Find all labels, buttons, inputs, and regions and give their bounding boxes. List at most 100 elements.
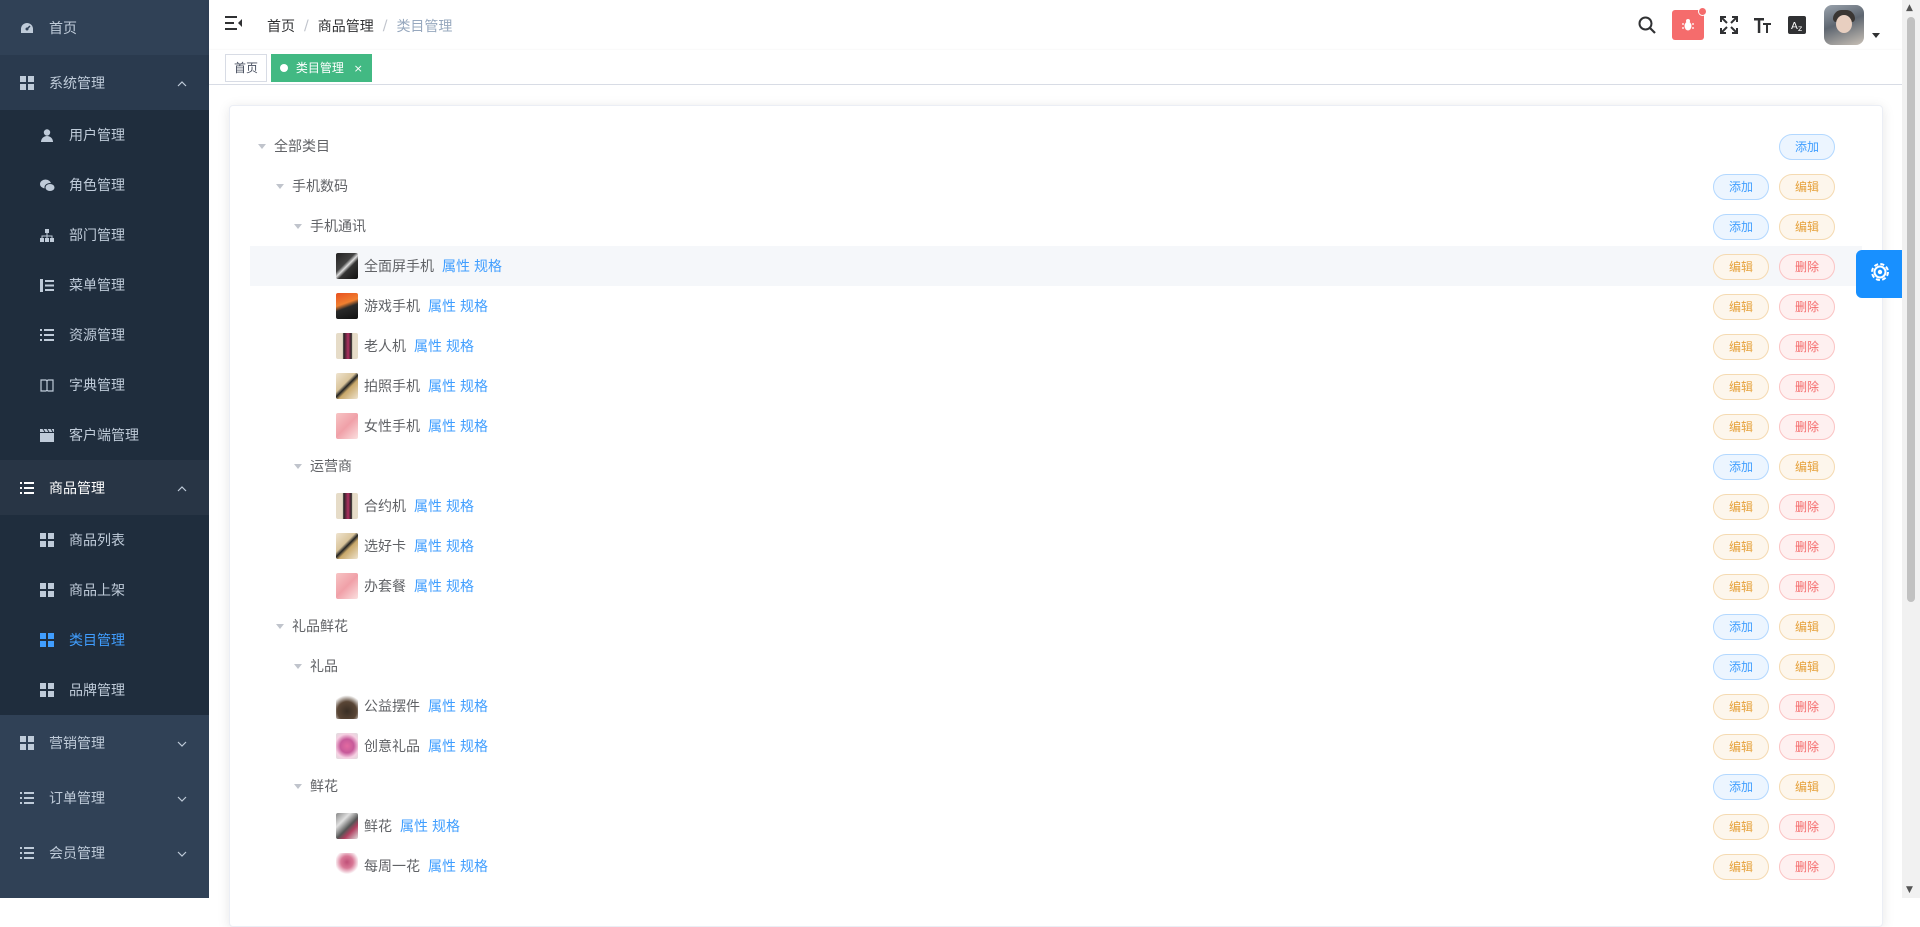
breadcrumb-goods[interactable]: 商品管理	[318, 16, 374, 36]
scroll-up-icon[interactable]: ▲	[1906, 3, 1913, 13]
menu-members[interactable]: 会员管理	[0, 825, 209, 880]
tree-node-cat2[interactable]: 礼品鲜花 添加 编辑	[250, 606, 1862, 646]
tag-home[interactable]: 首页	[225, 54, 268, 82]
spec-link[interactable]: 规格	[474, 256, 502, 276]
tree-node-root[interactable]: 全部类目 添加	[250, 126, 1862, 166]
edit-button[interactable]: 编辑	[1712, 494, 1769, 520]
edit-button[interactable]: 编辑	[1712, 294, 1769, 320]
delete-button[interactable]: 删除	[1778, 694, 1835, 720]
attribute-link[interactable]: 属性	[428, 736, 456, 756]
add-button[interactable]: 添加	[1712, 774, 1769, 800]
edit-button[interactable]: 编辑	[1712, 534, 1769, 560]
edit-button[interactable]: 编辑	[1712, 414, 1769, 440]
language-icon[interactable]: Az	[1780, 0, 1814, 50]
delete-button[interactable]: 删除	[1778, 534, 1835, 560]
spec-link[interactable]: 规格	[460, 376, 488, 396]
caret-down-icon[interactable]	[250, 134, 274, 158]
tree-node-cat1[interactable]: 手机数码 添加 编辑	[250, 166, 1862, 206]
edit-button[interactable]: 编辑	[1778, 614, 1835, 640]
tree-leaf[interactable]: 全面屏手机 属性 规格 编辑 删除	[250, 246, 1862, 286]
caret-down-icon[interactable]	[286, 774, 310, 798]
attribute-link[interactable]: 属性	[428, 416, 456, 436]
tree-node-cat2-2[interactable]: 鲜花 添加 编辑	[250, 766, 1862, 806]
delete-button[interactable]: 删除	[1778, 734, 1835, 760]
tree-leaf[interactable]: 公益摆件 属性 规格 编辑 删除	[250, 686, 1862, 726]
caret-down-icon[interactable]	[286, 454, 310, 478]
tree-leaf[interactable]: 拍照手机 属性 规格 编辑 删除	[250, 366, 1862, 406]
sidebar-item-resources[interactable]: 资源管理	[0, 310, 209, 360]
edit-button[interactable]: 编辑	[1712, 574, 1769, 600]
hamburger-icon[interactable]	[225, 15, 245, 35]
spec-link[interactable]: 规格	[446, 576, 474, 596]
attribute-link[interactable]: 属性	[428, 376, 456, 396]
scrollbar-thumb[interactable]	[1907, 17, 1915, 602]
sidebar-item-clients[interactable]: 客户端管理	[0, 410, 209, 460]
edit-button[interactable]: 编辑	[1712, 854, 1769, 880]
font-size-icon[interactable]	[1746, 0, 1780, 50]
sidebar-item-departments[interactable]: 部门管理	[0, 210, 209, 260]
caret-down-icon[interactable]	[286, 214, 310, 238]
tree-leaf[interactable]: 游戏手机 属性 规格 编辑 删除	[250, 286, 1862, 326]
delete-button[interactable]: 删除	[1778, 294, 1835, 320]
delete-button[interactable]: 删除	[1778, 494, 1835, 520]
search-icon[interactable]	[1630, 0, 1664, 50]
spec-link[interactable]: 规格	[460, 296, 488, 316]
add-button[interactable]: 添加	[1712, 454, 1769, 480]
sidebar-item-category[interactable]: 类目管理	[0, 615, 209, 665]
sidebar-item-goods-list[interactable]: 商品列表	[0, 515, 209, 565]
sidebar-item-users[interactable]: 用户管理	[0, 110, 209, 160]
tree-leaf[interactable]: 女性手机 属性 规格 编辑 删除	[250, 406, 1862, 446]
attribute-link[interactable]: 属性	[442, 256, 470, 276]
delete-button[interactable]: 删除	[1778, 414, 1835, 440]
menu-home[interactable]: 首页	[0, 0, 209, 55]
tree-leaf[interactable]: 选好卡 属性 规格 编辑 删除	[250, 526, 1862, 566]
attribute-link[interactable]: 属性	[414, 576, 442, 596]
delete-button[interactable]: 删除	[1778, 374, 1835, 400]
caret-down-icon[interactable]	[268, 614, 292, 638]
add-button[interactable]: 添加	[1712, 174, 1769, 200]
tree-leaf[interactable]: 每周一花 属性 规格 编辑 删除	[250, 846, 1862, 886]
spec-link[interactable]: 规格	[460, 416, 488, 436]
delete-button[interactable]: 删除	[1778, 334, 1835, 360]
add-button[interactable]: 添加	[1712, 654, 1769, 680]
delete-button[interactable]: 删除	[1778, 254, 1835, 280]
spec-link[interactable]: 规格	[432, 816, 460, 836]
tree-node-cat1-1[interactable]: 手机通讯 添加 编辑	[250, 206, 1862, 246]
spec-link[interactable]: 规格	[446, 336, 474, 356]
spec-link[interactable]: 规格	[446, 536, 474, 556]
user-avatar-dropdown[interactable]	[1824, 5, 1880, 45]
tag-category[interactable]: 类目管理 ×	[271, 54, 372, 82]
attribute-link[interactable]: 属性	[414, 496, 442, 516]
caret-down-icon[interactable]	[286, 654, 310, 678]
tree-leaf[interactable]: 创意礼品 属性 规格 编辑 删除	[250, 726, 1862, 766]
delete-button[interactable]: 删除	[1778, 854, 1835, 880]
tree-node-cat2-1[interactable]: 礼品 添加 编辑	[250, 646, 1862, 686]
delete-button[interactable]: 删除	[1778, 814, 1835, 840]
settings-button[interactable]	[1856, 250, 1904, 298]
attribute-link[interactable]: 属性	[414, 536, 442, 556]
sidebar-item-menus[interactable]: 菜单管理	[0, 260, 209, 310]
edit-button[interactable]: 编辑	[1778, 214, 1835, 240]
spec-link[interactable]: 规格	[460, 736, 488, 756]
spec-link[interactable]: 规格	[446, 496, 474, 516]
edit-button[interactable]: 编辑	[1712, 254, 1769, 280]
attribute-link[interactable]: 属性	[400, 816, 428, 836]
bug-icon[interactable]	[1672, 7, 1707, 40]
breadcrumb-home[interactable]: 首页	[267, 16, 295, 36]
caret-down-icon[interactable]	[268, 174, 292, 198]
tree-node-cat1-2[interactable]: 运营商 添加 编辑	[250, 446, 1862, 486]
edit-button[interactable]: 编辑	[1712, 694, 1769, 720]
sidebar-item-brand[interactable]: 品牌管理	[0, 665, 209, 715]
edit-button[interactable]: 编辑	[1778, 454, 1835, 480]
menu-system[interactable]: 系统管理	[0, 55, 209, 110]
spec-link[interactable]: 规格	[460, 856, 488, 876]
edit-button[interactable]: 编辑	[1712, 374, 1769, 400]
page-scrollbar[interactable]: ▲ ▼	[1902, 0, 1920, 898]
edit-button[interactable]: 编辑	[1712, 814, 1769, 840]
add-button[interactable]: 添加	[1712, 614, 1769, 640]
add-button[interactable]: 添加	[1712, 214, 1769, 240]
edit-button[interactable]: 编辑	[1712, 734, 1769, 760]
tree-leaf[interactable]: 老人机 属性 规格 编辑 删除	[250, 326, 1862, 366]
tree-leaf[interactable]: 办套餐 属性 规格 编辑 删除	[250, 566, 1862, 606]
menu-orders[interactable]: 订单管理	[0, 770, 209, 825]
